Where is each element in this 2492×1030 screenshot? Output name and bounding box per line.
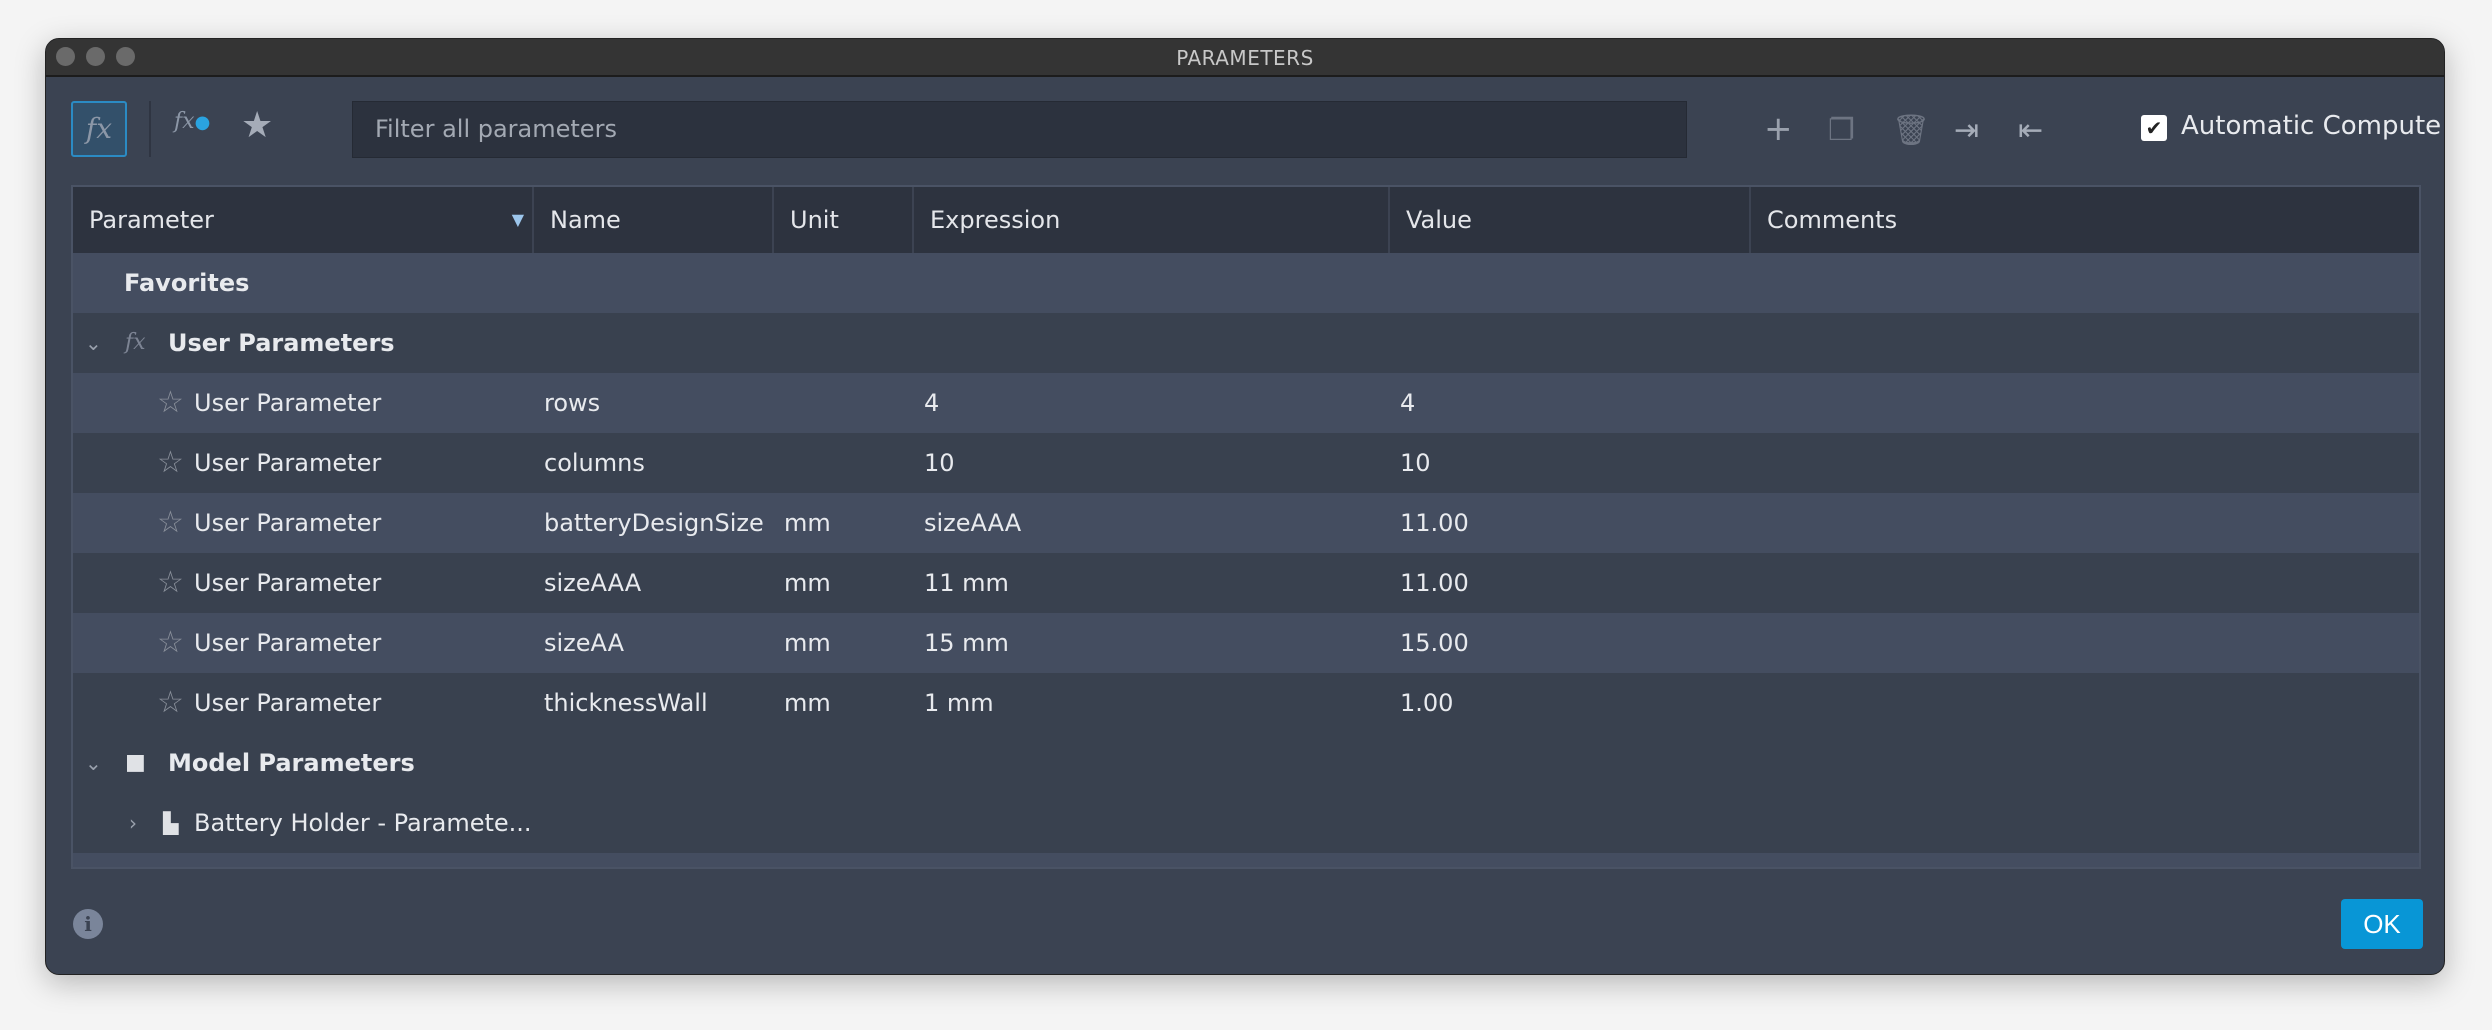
cube-icon: ■ — [125, 750, 146, 775]
parameter-expression[interactable]: sizeAAA — [924, 493, 1021, 553]
favorite-star-icon[interactable]: ☆ — [157, 373, 184, 433]
parameters-dialog: PARAMETERS fx fx● ★ Filter all parameter… — [45, 38, 2445, 975]
fx-icon: fx — [125, 330, 146, 355]
model-parameters-label: Model Parameters — [168, 749, 415, 777]
parameter-type: User Parameter — [194, 569, 382, 597]
parameter-value: 11.00 — [1400, 509, 1469, 537]
component-label: Battery Holder - Paramete... — [194, 809, 532, 837]
parameter-name[interactable]: batteryDesignSize — [544, 493, 764, 553]
parameter-unit[interactable]: mm — [784, 613, 831, 673]
sort-dropdown-icon[interactable]: ▼ — [512, 187, 524, 253]
parameter-expression[interactable]: 4 — [924, 373, 939, 433]
parameter-unit[interactable]: mm — [784, 673, 831, 733]
export-parameters-icon[interactable]: ⇤ — [2018, 113, 2043, 148]
copy-parameter-icon[interactable]: ❐ — [1828, 113, 1855, 148]
automatic-compute-checkbox[interactable]: ✔ — [2141, 115, 2167, 141]
table-header: Parameter ▼ Name Unit Expression Value Co… — [73, 187, 2419, 253]
user-icon: ● — [194, 112, 211, 133]
ok-button[interactable]: OK — [2341, 899, 2423, 949]
favorites-group-row[interactable]: Favorites — [73, 253, 2419, 313]
favorite-star-icon[interactable]: ☆ — [157, 673, 184, 733]
table-row[interactable]: ☆ User Parameter sizeAAA mm 11 mm 11.00 — [73, 553, 2419, 613]
user-parameters-filter-button[interactable]: fx● — [174, 109, 210, 134]
import-parameters-icon[interactable]: ⇥ — [1954, 113, 1979, 148]
table-row[interactable]: ☆ User Parameter columns 10 10 — [73, 433, 2419, 493]
parameter-value: 11.00 — [1400, 569, 1469, 597]
parameter-name[interactable]: rows — [544, 373, 600, 433]
table-row[interactable]: ☆ User Parameter sizeAA mm 15 mm 15.00 — [73, 613, 2419, 673]
table-row[interactable]: ☆ User Parameter batteryDesignSize mm si… — [73, 493, 2419, 553]
automatic-compute-label: Automatic Compute — [2181, 111, 2442, 141]
favorites-filter-star-icon[interactable]: ★ — [241, 105, 273, 146]
column-header-value[interactable]: Value — [1390, 187, 1751, 253]
filter-parameters-input[interactable]: Filter all parameters — [352, 101, 1687, 158]
add-parameter-plus-icon[interactable]: + — [1764, 109, 1793, 149]
parameter-unit[interactable]: mm — [784, 553, 831, 613]
component-row[interactable]: › ▙ Battery Holder - Paramete... — [73, 793, 2419, 853]
component-icon: ▙ — [163, 811, 179, 835]
chevron-right-icon[interactable]: › — [129, 793, 137, 853]
parameter-type: User Parameter — [194, 689, 382, 717]
column-label: Parameter — [89, 206, 214, 234]
parameter-value: 10 — [1400, 449, 1431, 477]
column-header-unit[interactable]: Unit — [774, 187, 914, 253]
parameter-unit[interactable]: mm — [784, 493, 831, 553]
parameter-value: 1.00 — [1400, 689, 1454, 717]
parameter-expression[interactable]: 1 mm — [924, 673, 994, 733]
parameter-expression[interactable]: 15 mm — [924, 613, 1009, 673]
model-parameters-group-row[interactable]: ⌄ ■ Model Parameters — [73, 733, 2419, 793]
chevron-down-icon[interactable]: ⌄ — [85, 733, 102, 793]
favorite-star-icon[interactable]: ☆ — [157, 613, 184, 673]
parameter-type: User Parameter — [194, 509, 382, 537]
parameter-type: User Parameter — [194, 449, 382, 477]
favorite-star-icon[interactable]: ☆ — [157, 433, 184, 493]
parameter-expression[interactable]: 10 — [924, 433, 955, 493]
parameter-value: 15.00 — [1400, 629, 1469, 657]
parameter-type: User Parameter — [194, 389, 382, 417]
parameters-table: Parameter ▼ Name Unit Expression Value Co… — [71, 185, 2421, 869]
chevron-down-icon[interactable]: ⌄ — [85, 313, 102, 373]
info-icon[interactable]: i — [73, 909, 103, 939]
column-header-parameter[interactable]: Parameter ▼ — [73, 187, 534, 253]
parameter-expression[interactable]: 11 mm — [924, 553, 1009, 613]
column-header-comments[interactable]: Comments — [1751, 187, 2419, 253]
toolbar-divider — [149, 101, 151, 157]
column-header-expression[interactable]: Expression — [914, 187, 1390, 253]
favorite-star-icon[interactable]: ☆ — [157, 493, 184, 553]
favorites-label: Favorites — [124, 269, 250, 297]
column-header-name[interactable]: Name — [534, 187, 774, 253]
table-row[interactable]: ☆ User Parameter thicknessWall mm 1 mm 1… — [73, 673, 2419, 733]
window-title: PARAMETERS — [1176, 46, 1314, 70]
title-bar: PARAMETERS — [46, 39, 2444, 77]
parameter-name[interactable]: columns — [544, 433, 645, 493]
delete-parameter-trash-icon[interactable]: 🗑 — [1892, 113, 1930, 148]
user-parameters-label: User Parameters — [168, 329, 395, 357]
table-row[interactable]: ☆ User Parameter rows 4 4 — [73, 373, 2419, 433]
user-parameters-group-row[interactable]: ⌄ fx User Parameters — [73, 313, 2419, 373]
parameter-name[interactable]: thicknessWall — [544, 673, 708, 733]
parameter-name[interactable]: sizeAAA — [544, 553, 641, 613]
all-parameters-fx-button[interactable]: fx — [71, 101, 127, 157]
parameter-value: 4 — [1400, 389, 1416, 417]
fx-user-icon: fx — [174, 109, 195, 134]
parameter-type: User Parameter — [194, 629, 382, 657]
parameter-name[interactable]: sizeAA — [544, 613, 624, 673]
favorite-star-icon[interactable]: ☆ — [157, 553, 184, 613]
